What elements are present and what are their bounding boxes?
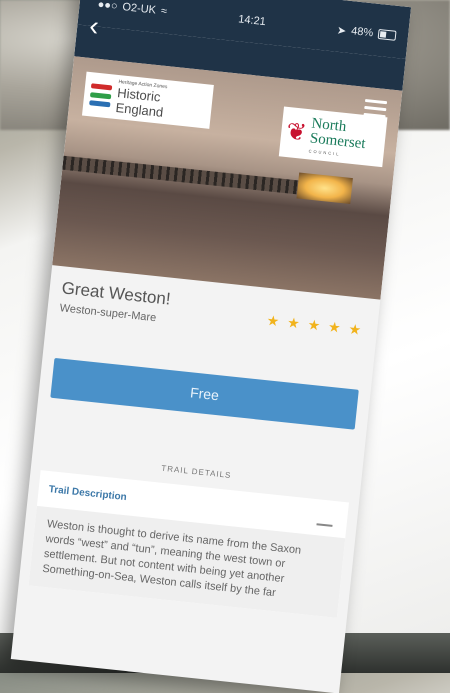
trail-description-card: Trail Description Weston is thought to d… [28,470,349,618]
wifi-icon: ≈ [160,5,168,18]
star-icon: ★ [286,314,301,332]
back-icon[interactable]: ‹ [88,10,101,42]
signal-icon: ●●○ [97,0,119,13]
star-icon: ★ [265,311,281,330]
north-somerset-text: North Somerset COUNCIL [308,115,367,159]
hero-image: Heritage Action Zones Historic England ❦… [52,56,403,300]
phone-screen: ●●○ O2-UK ≈ 14:21 ➤ 48% ‹ Heritage Actio… [10,0,412,693]
status-right: ➤ 48% [336,23,397,42]
historic-england-logo: Heritage Action Zones Historic England [81,71,214,129]
battery-percent: 48% [350,25,374,40]
hamburger-menu-icon[interactable] [363,95,388,122]
star-icon: ★ [327,318,342,336]
star-icon: ★ [347,320,362,338]
free-button[interactable]: Free [50,357,359,430]
historic-england-text: Heritage Action Zones Historic England [115,79,208,124]
star-icon: ★ [306,316,322,334]
dragon-icon: ❦ [285,117,308,147]
pavilion-lights [296,172,353,204]
carrier-label: O2-UK [121,1,157,17]
collapse-icon[interactable] [316,523,333,527]
status-left: ●●○ O2-UK ≈ [97,0,167,18]
trail-description-title: Trail Description [48,483,128,503]
time-label: 14:21 [237,13,267,29]
location-arrow-icon: ➤ [336,24,347,38]
historic-england-mark-icon [89,83,113,108]
battery-icon [377,28,397,41]
